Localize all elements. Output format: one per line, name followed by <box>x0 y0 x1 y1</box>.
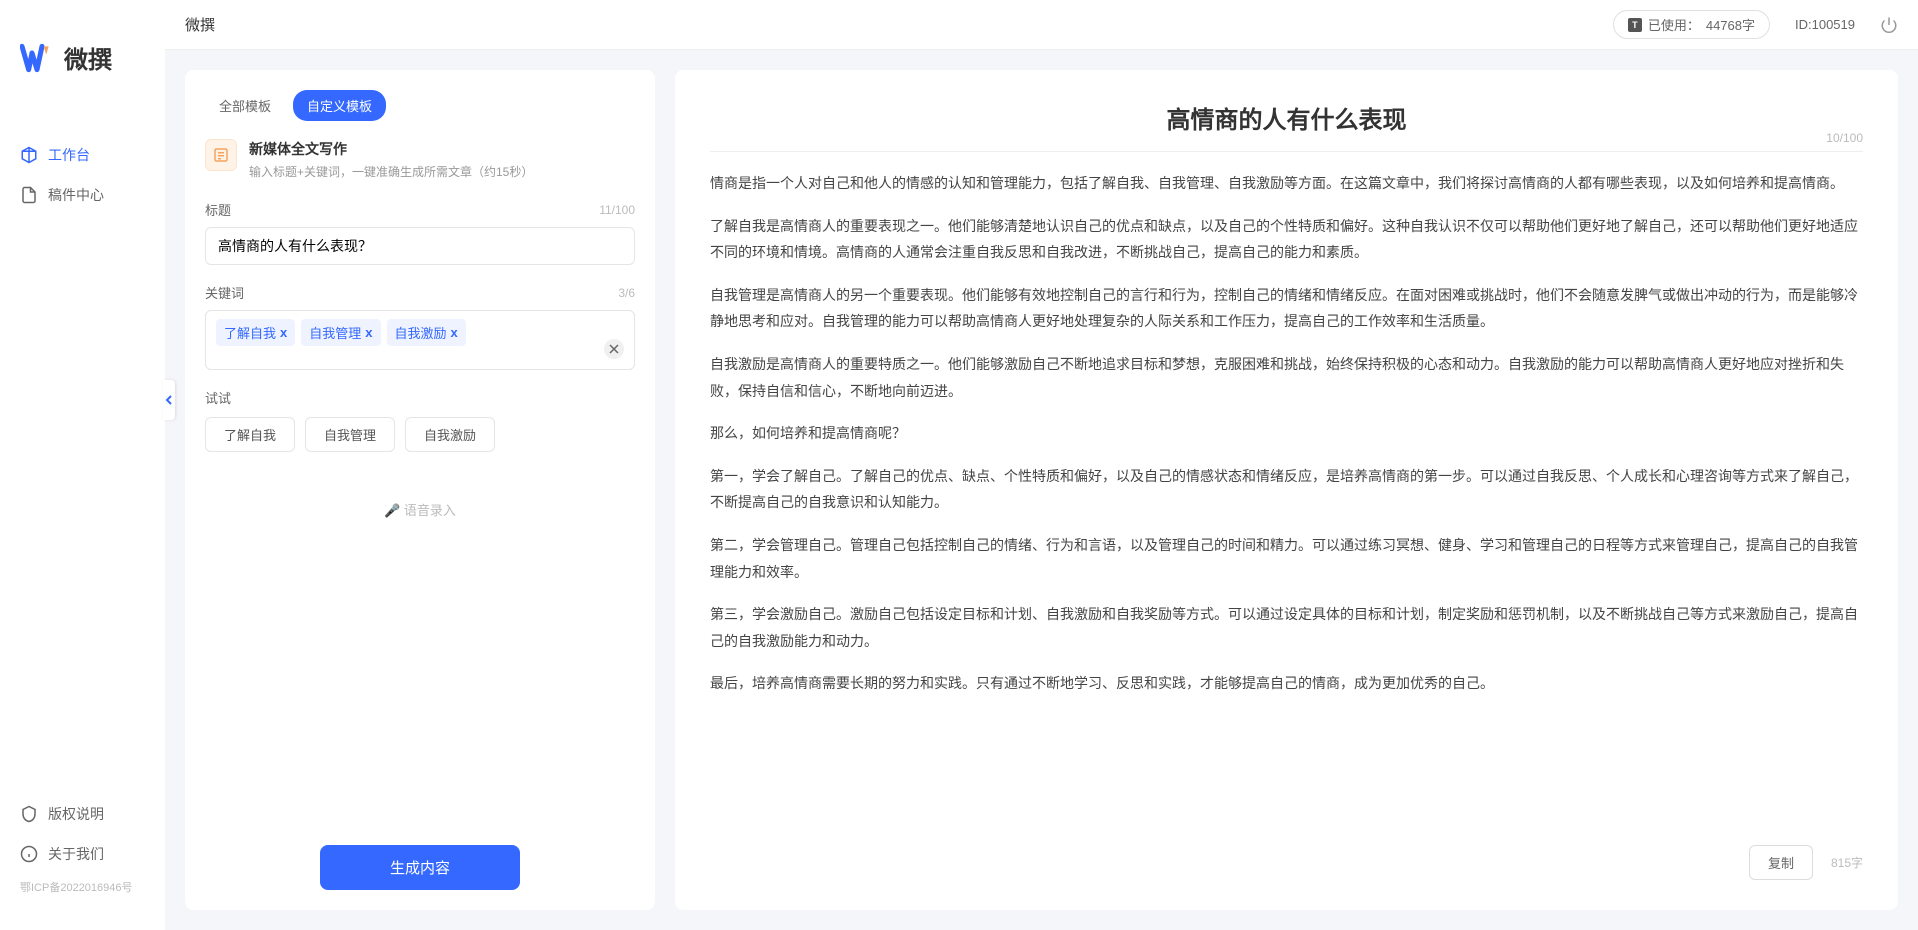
template-card: 新媒体全文写作 输入标题+关键词，一键准确生成所需文章（约15秒） <box>205 139 635 180</box>
nav-item-label: 版权说明 <box>48 804 104 824</box>
voice-input-button[interactable]: 🎤 语音录入 <box>205 500 635 519</box>
keyword-section: 关键词 3/6 了解自我 x 自我管理 x 自我激励 x <box>205 283 635 370</box>
output-paragraph: 最后，培养高情商需要长期的努力和实践。只有通过不断地学习、反思和实践，才能够提高… <box>710 670 1863 697</box>
output-body: 情商是指一个人对自己和他人的情感的认知和管理能力，包括了解自我、自我管理、自我激… <box>710 170 1863 831</box>
remove-chip-icon[interactable]: x <box>365 325 372 340</box>
clear-keywords-button[interactable] <box>604 339 624 359</box>
output-footer: 复制 815字 <box>710 831 1863 880</box>
close-icon <box>609 344 619 354</box>
output-paragraph: 了解自我是高情商人的重要表现之一。他们能够清楚地认识自己的优点和缺点，以及自己的… <box>710 213 1863 266</box>
topbar: 微撰 T 已使用： 44768字 ID:100519 <box>165 0 1918 50</box>
keyword-input-box[interactable]: 了解自我 x 自我管理 x 自我激励 x <box>205 310 635 370</box>
usage-value: 44768字 <box>1706 15 1755 34</box>
keyword-counter: 3/6 <box>618 286 635 300</box>
tab-custom-templates[interactable]: 自定义模板 <box>293 90 386 121</box>
try-chip[interactable]: 自我激励 <box>405 417 495 452</box>
template-icon <box>205 139 237 171</box>
generate-button[interactable]: 生成内容 <box>320 845 520 890</box>
content: 全部模板 自定义模板 新媒体全文写作 输入标题+关键词，一键准确生成所需文章（约… <box>165 50 1918 930</box>
doc-icon <box>20 186 38 204</box>
nav-item-label: 关于我们 <box>48 844 104 864</box>
output-header: 高情商的人有什么表现 10/100 <box>710 100 1863 152</box>
sidebar-bottom: 版权说明 关于我们 鄂ICP备2022016946号 <box>0 794 165 910</box>
left-panel: 全部模板 自定义模板 新媒体全文写作 输入标题+关键词，一键准确生成所需文章（约… <box>185 70 655 910</box>
nav-item-drafts[interactable]: 稿件中心 <box>0 175 165 215</box>
copy-button[interactable]: 复制 <box>1749 845 1813 880</box>
output-paragraph: 自我激励是高情商人的重要特质之一。他们能够激励自己不断地追求目标和梦想，克服困难… <box>710 351 1863 404</box>
logo-text: 微撰 <box>64 40 112 75</box>
page-title: 微撰 <box>185 14 215 35</box>
output-title: 高情商的人有什么表现 <box>710 100 1863 135</box>
output-paragraph: 第三，学会激励自己。激励自己包括设定目标和计划、自我激励和自我奖励等方式。可以通… <box>710 601 1863 654</box>
usage-label: 已使用： <box>1648 15 1700 34</box>
template-info: 新媒体全文写作 输入标题+关键词，一键准确生成所需文章（约15秒） <box>249 139 635 180</box>
try-label: 试试 <box>205 388 635 407</box>
try-chip[interactable]: 自我管理 <box>305 417 395 452</box>
output-paragraph: 那么，如何培养和提高情商呢？ <box>710 420 1863 447</box>
logo: 微撰 <box>0 40 165 105</box>
word-count: 815字 <box>1831 854 1863 871</box>
sidebar-collapse-handle[interactable] <box>163 380 175 420</box>
try-section: 试试 了解自我 自我管理 自我激励 <box>205 388 635 452</box>
keyword-label: 关键词 <box>205 283 244 302</box>
nav-item-workspace[interactable]: 工作台 <box>0 135 165 175</box>
keyword-chip[interactable]: 自我激励 x <box>387 319 466 346</box>
nav-item-about[interactable]: 关于我们 <box>0 834 165 874</box>
title-input[interactable] <box>205 227 635 265</box>
topbar-right: T 已使用： 44768字 ID:100519 <box>1613 10 1898 39</box>
shield-icon <box>20 805 38 823</box>
output-paragraph: 第二，学会管理自己。管理自己包括控制自己的情绪、行为和言语，以及管理自己的时间和… <box>710 532 1863 585</box>
title-label: 标题 <box>205 200 231 219</box>
template-desc: 输入标题+关键词，一键准确生成所需文章（约15秒） <box>249 163 635 180</box>
template-tabs: 全部模板 自定义模板 <box>205 90 635 121</box>
nav-item-label: 工作台 <box>48 145 90 165</box>
output-paragraph: 自我管理是高情商人的另一个重要表现。他们能够有效地控制自己的言行和行为，控制自己… <box>710 282 1863 335</box>
usage-badge: T 已使用： 44768字 <box>1613 10 1770 39</box>
user-id-label: ID:100519 <box>1795 17 1855 32</box>
keyword-chip[interactable]: 了解自我 x <box>216 319 295 346</box>
nav-item-label: 稿件中心 <box>48 185 104 205</box>
title-section: 标题 11/100 <box>205 200 635 265</box>
try-chip[interactable]: 了解自我 <box>205 417 295 452</box>
text-icon: T <box>1628 18 1642 32</box>
remove-chip-icon[interactable]: x <box>451 325 458 340</box>
nav-item-copyright[interactable]: 版权说明 <box>0 794 165 834</box>
remove-chip-icon[interactable]: x <box>280 325 287 340</box>
footer-icp: 鄂ICP备2022016946号 <box>0 874 165 900</box>
sidebar: 微撰 工作台 稿件中心 版权说明 <box>0 0 165 930</box>
cube-icon <box>20 146 38 164</box>
keyword-chip[interactable]: 自我管理 x <box>301 319 380 346</box>
title-counter: 11/100 <box>599 203 635 217</box>
chevron-left-icon <box>165 394 173 406</box>
right-panel: 高情商的人有什么表现 10/100 情商是指一个人对自己和他人的情感的认知和管理… <box>675 70 1898 910</box>
power-icon[interactable] <box>1880 16 1898 34</box>
main-area: 微撰 T 已使用： 44768字 ID:100519 全部模板 自定义模板 <box>165 0 1918 930</box>
info-icon <box>20 845 38 863</box>
logo-icon <box>20 43 54 73</box>
output-paragraph: 第一，学会了解自己。了解自己的优点、缺点、个性特质和偏好，以及自己的情感状态和情… <box>710 463 1863 516</box>
nav-items: 工作台 稿件中心 <box>0 105 165 794</box>
template-title: 新媒体全文写作 <box>249 139 635 159</box>
output-paragraph: 情商是指一个人对自己和他人的情感的认知和管理能力，包括了解自我、自我管理、自我激… <box>710 170 1863 197</box>
output-title-counter: 10/100 <box>1826 131 1863 145</box>
tab-all-templates[interactable]: 全部模板 <box>205 90 285 121</box>
